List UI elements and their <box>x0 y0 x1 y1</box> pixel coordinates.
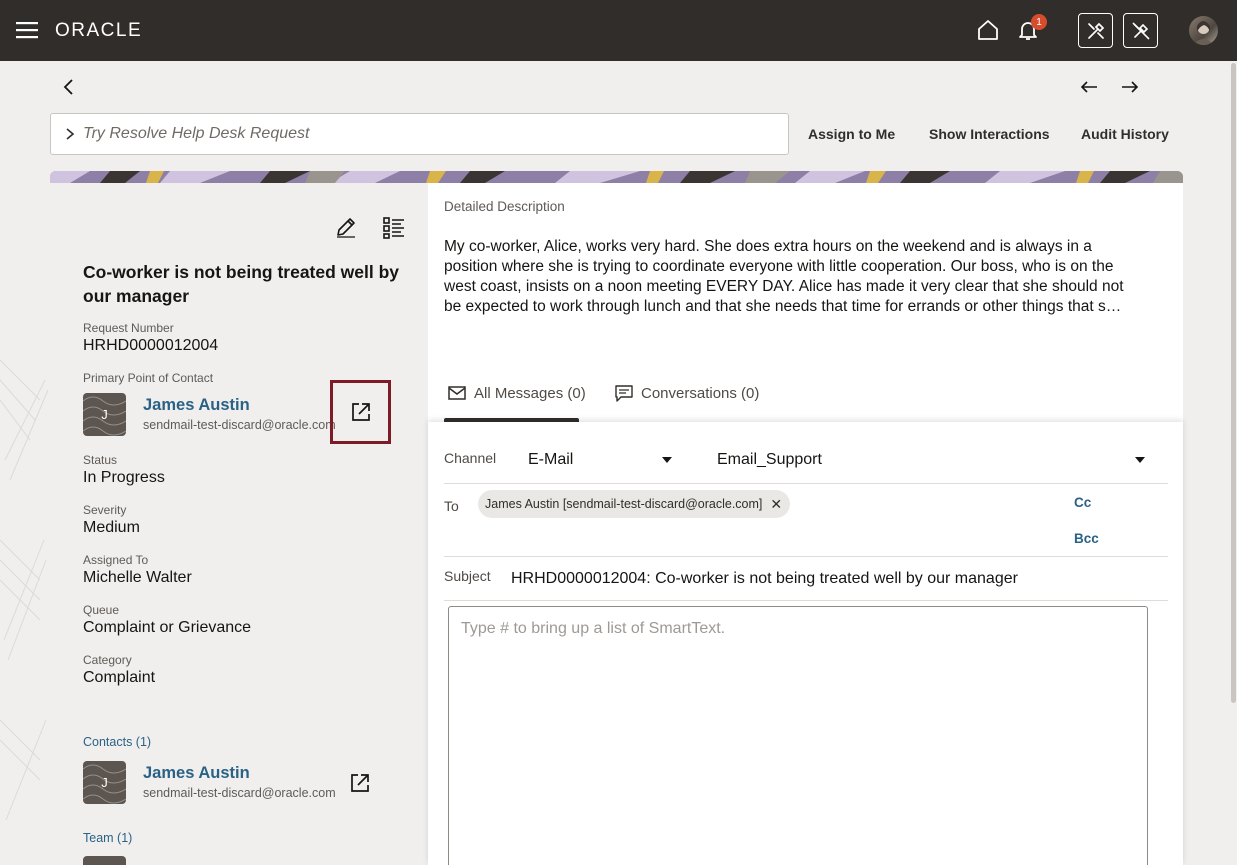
tab-conversations[interactable]: Conversations (0) <box>615 383 759 403</box>
chat-icon <box>615 384 633 402</box>
subject-input[interactable]: HRHD0000012004: Co-worker is not being t… <box>511 570 1018 588</box>
external-link-icon[interactable] <box>349 772 371 794</box>
description-line: be expected to work through lunch and th… <box>444 298 1122 315</box>
tab-all-messages[interactable]: All Messages (0) <box>448 383 586 403</box>
contact-avatar[interactable]: J <box>83 761 126 804</box>
back-chevron-icon[interactable] <box>60 78 78 96</box>
team-member-avatar[interactable] <box>83 856 126 865</box>
external-link-icon <box>351 403 370 421</box>
hamburger-menu-icon[interactable] <box>16 20 38 40</box>
edit-pencil-icon[interactable] <box>333 214 359 240</box>
message-body-editor[interactable] <box>448 606 1148 865</box>
contact-name-link[interactable]: James Austin <box>143 764 250 783</box>
detailed-description-text: My co-worker, Alice, works very hard. Sh… <box>444 237 1164 317</box>
primary-contact-avatar[interactable]: J <box>83 393 126 436</box>
divider <box>444 483 1168 484</box>
chevron-down-icon[interactable] <box>1135 457 1145 463</box>
tab-conversations-label: Conversations (0) <box>641 384 760 402</box>
severity-value: Medium <box>83 519 140 536</box>
notification-count-badge: 1 <box>1031 14 1047 30</box>
cc-link[interactable]: Cc <box>1074 495 1091 510</box>
subject-label: Subject <box>444 568 491 584</box>
user-avatar[interactable] <box>1189 16 1218 45</box>
chevron-down-icon[interactable] <box>662 457 672 463</box>
recipient-chip[interactable]: James Austin [sendmail-test-discard@orac… <box>478 490 791 518</box>
assigned-to-value: Michelle Walter <box>83 569 192 586</box>
ask-oracle-search-bar[interactable] <box>50 113 789 155</box>
background-pattern <box>0 359 49 821</box>
request-title: Co-worker is not being treated well by o… <box>83 262 400 306</box>
primary-contact-label: Primary Point of Contact <box>83 371 214 385</box>
from-account-value: Email_Support <box>717 451 822 468</box>
primary-contact-email: sendmail-test-discard@oracle.com <box>143 418 336 432</box>
divider <box>444 556 1168 557</box>
channel-value: E-Mail <box>528 451 574 468</box>
primary-contact-name-link[interactable]: James Austin <box>143 396 250 415</box>
message-body-input[interactable] <box>461 620 1135 862</box>
search-input[interactable] <box>83 125 763 143</box>
next-record-arrow-icon[interactable] <box>1120 77 1140 97</box>
previous-record-arrow-icon[interactable] <box>1079 77 1099 97</box>
divider <box>444 600 1168 601</box>
request-number-label: Request Number <box>83 321 174 335</box>
queue-value: Complaint or Grievance <box>83 619 252 636</box>
description-line: west coast, insists on a noon meeting EV… <box>444 278 1124 295</box>
channel-label: Channel <box>444 450 497 466</box>
envelope-icon <box>448 386 466 400</box>
category-label: Category <box>83 653 132 667</box>
from-account-select[interactable]: Email_Support <box>717 451 1147 469</box>
queue-label: Queue <box>83 603 120 617</box>
channel-select[interactable]: E-Mail <box>528 451 678 469</box>
audit-history-button[interactable]: Audit History <box>1081 126 1169 142</box>
status-value: In Progress <box>83 469 165 486</box>
show-interactions-button[interactable]: Show Interactions <box>929 126 1050 142</box>
description-line: My co-worker, Alice, works very hard. Sh… <box>444 238 1092 255</box>
request-number-value: HRHD0000012004 <box>83 337 219 354</box>
to-label: To <box>444 498 459 514</box>
oracle-logo[interactable]: ORACLE <box>55 20 142 42</box>
recipient-chip-label: James Austin [sendmail-test-discard@orac… <box>485 497 763 511</box>
developer-tools-icon[interactable] <box>1078 13 1113 48</box>
status-label: Status <box>83 453 118 467</box>
page-scrollbar[interactable] <box>1230 61 1237 865</box>
home-icon[interactable] <box>972 14 1004 46</box>
contact-initial: J <box>101 775 108 790</box>
category-value: Complaint <box>83 669 156 686</box>
tools-disabled-icon[interactable] <box>1123 13 1158 48</box>
assigned-to-label: Assigned To <box>83 553 149 567</box>
tab-all-messages-label: All Messages (0) <box>474 384 586 402</box>
bcc-link[interactable]: Bcc <box>1074 531 1099 546</box>
global-header: ORACLE 1 <box>0 0 1237 61</box>
chevron-right-icon <box>66 128 75 140</box>
team-section-link[interactable]: Team (1) <box>83 831 132 845</box>
remove-recipient-icon[interactable]: ✕ <box>770 496 782 513</box>
description-line: position where she is trying to coordina… <box>444 258 1114 275</box>
contact-email: sendmail-test-discard@oracle.com <box>143 786 336 800</box>
scrollbar-thumb[interactable] <box>1231 63 1236 703</box>
detailed-description-label: Detailed Description <box>444 199 565 214</box>
assign-to-me-button[interactable]: Assign to Me <box>808 126 895 142</box>
primary-contact-initial: J <box>101 407 108 422</box>
details-list-icon[interactable] <box>381 214 407 240</box>
decorative-banner <box>50 171 1183 183</box>
open-contact-external-link-highlighted[interactable] <box>330 380 391 444</box>
severity-label: Severity <box>83 503 127 517</box>
contacts-section-link[interactable]: Contacts (1) <box>83 735 151 749</box>
